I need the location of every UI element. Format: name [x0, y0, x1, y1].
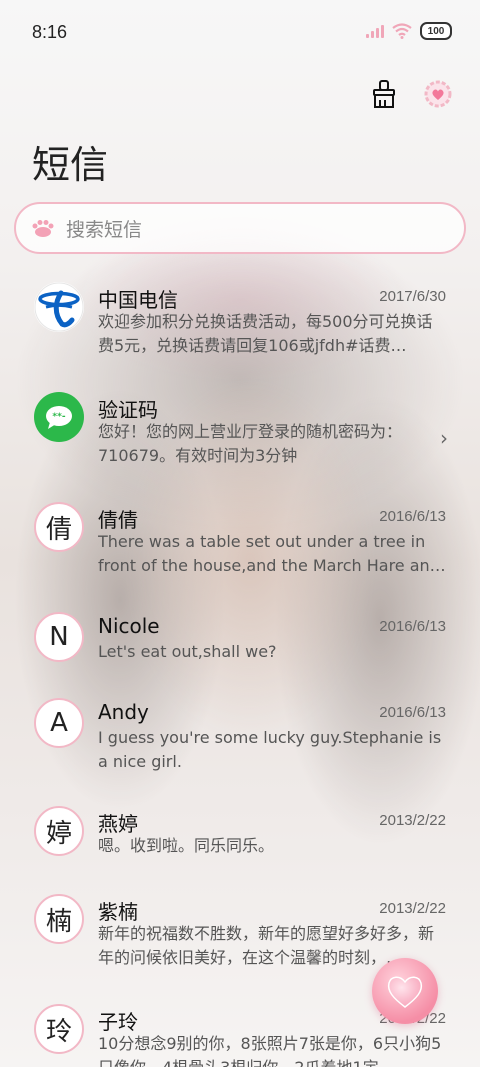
signal-icon	[366, 24, 384, 38]
avatar: 婷	[34, 806, 84, 856]
avatar: 倩	[34, 502, 84, 552]
list-item[interactable]: N Nicole 2016/6/13 Let's eat out,shall w…	[0, 608, 480, 688]
contact-name: 紫楠	[98, 900, 138, 924]
message-preview: 10分想念9别的你，8张照片7张是你，6只小狗5只像你，4根骨头3根归你，2爪着…	[98, 1034, 442, 1067]
contact-name: Andy	[98, 700, 149, 724]
message-preview: 欢迎参加积分兑换话费活动，每500分可兑换话费5元，兑换话费请回复106或jfd…	[98, 312, 433, 355]
message-preview: 您好！您的网上营业厅登录的随机密码为：710679。有效时间为3分钟	[98, 422, 403, 465]
contact-name: 中国电信	[98, 288, 178, 312]
clean-brush-icon[interactable]	[368, 78, 400, 110]
message-preview: There was a table set out under a tree i…	[98, 532, 446, 575]
avatar	[34, 282, 84, 332]
list-item[interactable]: 倩 倩倩 2016/6/13 There was a table set out…	[0, 498, 480, 598]
status-icons: 100	[366, 22, 452, 40]
toolbar	[368, 78, 454, 110]
search-placeholder: 搜索短信	[66, 218, 143, 241]
list-item[interactable]: 中国电信 2017/6/30 欢迎参加积分兑换话费活动，每500分可兑换话费5元…	[0, 278, 480, 378]
list-item[interactable]: **- 验证码 您好！您的网上营业厅登录的随机密码为：710679。有效时间为3…	[0, 388, 480, 488]
heart-icon	[387, 976, 423, 1008]
avatar: **-	[34, 392, 84, 442]
contact-name: 燕婷	[98, 812, 138, 836]
avatar: A	[34, 698, 84, 748]
avatar: 玲	[34, 1004, 84, 1054]
message-date: 2013/2/22	[379, 900, 446, 917]
avatar: 楠	[34, 894, 84, 944]
message-date: 2016/6/13	[379, 618, 446, 635]
battery-icon: 100	[420, 22, 452, 40]
paw-icon	[32, 220, 54, 237]
heart-settings-icon[interactable]	[422, 78, 454, 110]
contact-name: Nicole	[98, 614, 160, 638]
svg-text:**-: **-	[52, 412, 65, 422]
message-date: 2016/6/13	[379, 704, 446, 721]
avatar: N	[34, 612, 84, 662]
chat-bubble-icon: **-	[46, 406, 72, 429]
message-preview: 嗯。收到啦。同乐同乐。	[98, 836, 275, 855]
chevron-right-icon: ›	[440, 426, 448, 450]
status-time: 8:16	[32, 22, 68, 42]
wifi-icon	[392, 23, 412, 39]
contact-name: 倩倩	[98, 508, 138, 532]
compose-fab-button[interactable]	[372, 958, 438, 1024]
china-telecom-logo-icon	[34, 282, 84, 332]
message-preview: Let's eat out,shall we?	[98, 642, 277, 661]
list-item[interactable]: 婷 燕婷 2013/2/22 嗯。收到啦。同乐同乐。	[0, 804, 480, 884]
message-preview: I guess you're some lucky guy.Stephanie …	[98, 728, 442, 771]
list-item[interactable]: A Andy 2016/6/13 I guess you're some luc…	[0, 694, 480, 794]
message-date: 2017/6/30	[379, 288, 446, 305]
message-date: 2016/6/13	[379, 508, 446, 525]
message-date: 2013/2/22	[379, 812, 446, 829]
contact-name: 子玲	[98, 1010, 138, 1034]
search-input[interactable]: 搜索短信	[14, 202, 466, 254]
status-bar: 8:16 100	[0, 0, 480, 66]
contact-name: 验证码	[98, 398, 158, 422]
page-title: 短信	[32, 143, 109, 187]
